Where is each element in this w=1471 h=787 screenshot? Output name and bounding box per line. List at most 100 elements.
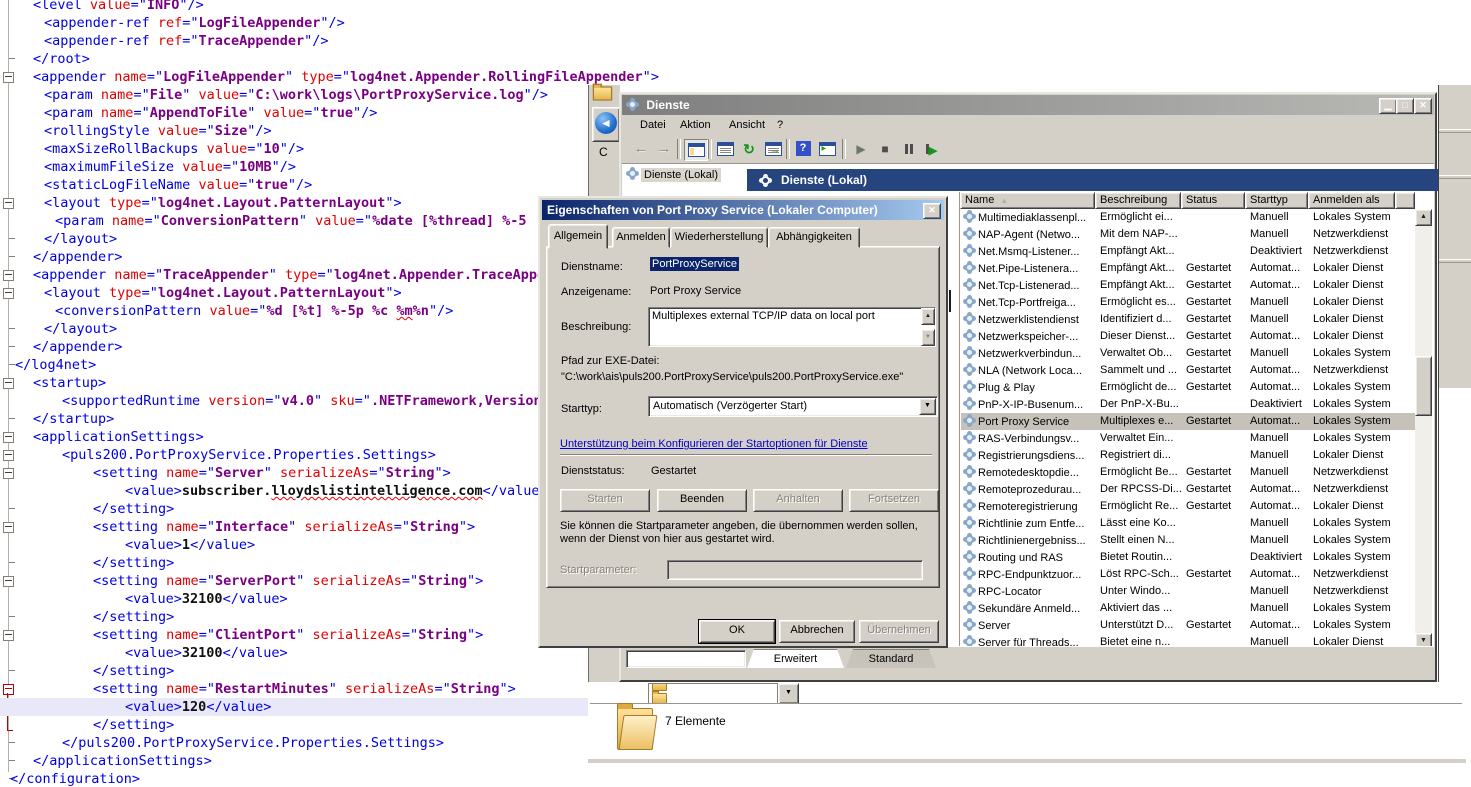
- table-row[interactable]: NAP-Agent (Netwo...Mit dem NAP-...Manuel…: [961, 226, 1415, 243]
- code-line: </applicationSettings>: [33, 752, 212, 770]
- table-row[interactable]: RPC-LocatorUnter Windo...ManuellNetzwerk…: [961, 583, 1415, 600]
- table-cell: Netzwerkspeicher-...: [961, 329, 1096, 344]
- back-arrow-icon[interactable]: ←: [630, 139, 652, 159]
- startoptions-help-link[interactable]: Unterstützung beim Konfigurieren der Sta…: [560, 438, 868, 450]
- code-line: </appender>: [33, 248, 122, 266]
- vertical-scrollbar[interactable]: ▲ ▼: [1415, 209, 1432, 650]
- forward-arrow-icon[interactable]: →: [653, 139, 675, 159]
- table-cell: Deaktiviert: [1246, 397, 1309, 412]
- beschreibung-textbox[interactable]: Multiplexes external TCP/IP data on loca…: [648, 307, 936, 347]
- chevron-down-icon[interactable]: ▼: [919, 398, 936, 415]
- maximize-button[interactable]: □: [1396, 98, 1414, 114]
- table-cell: Manuell: [1246, 295, 1309, 310]
- pause-service-icon[interactable]: [898, 139, 920, 159]
- column-header-beschreibung[interactable]: Beschreibung: [1095, 192, 1181, 209]
- ok-button[interactable]: OK: [699, 620, 775, 643]
- column-header-starttyp[interactable]: Starttyp: [1245, 192, 1308, 209]
- minimize-button[interactable]: ▁: [1379, 98, 1397, 114]
- table-cell: Automat...: [1246, 329, 1309, 344]
- starten-button: Starten: [560, 489, 650, 512]
- scroll-up-button[interactable]: ▲: [1415, 209, 1432, 226]
- refresh-icon[interactable]: ↻: [738, 139, 760, 159]
- services-table: Name▲BeschreibungStatusStarttypAnmelden …: [959, 192, 1433, 650]
- close-icon[interactable]: ✕: [1414, 98, 1432, 114]
- menu-item-ansicht[interactable]: Ansicht: [725, 118, 769, 132]
- dialog-title: Eigenschaften von Port Proxy Service (Lo…: [547, 203, 878, 217]
- table-row[interactable]: Remoteprozedurau...Der RPCSS-Di...Gestar…: [961, 481, 1415, 498]
- close-icon[interactable]: ✕: [923, 203, 941, 219]
- column-header-anmeldenals[interactable]: Anmelden als: [1308, 192, 1395, 209]
- dropdown-button[interactable]: ▼: [778, 683, 799, 704]
- menu-item-[interactable]: ?: [773, 118, 787, 132]
- table-row[interactable]: Netzwerkverbindun...Verwaltet Ob...Gesta…: [961, 345, 1415, 362]
- column-header-name[interactable]: Name▲: [960, 192, 1095, 209]
- stop-service-icon[interactable]: ■: [874, 139, 896, 159]
- filter-box[interactable]: [626, 650, 746, 668]
- start-service-icon[interactable]: ▶: [850, 139, 872, 159]
- table-cell: [1182, 448, 1246, 463]
- show-extended-view-icon[interactable]: [816, 139, 838, 159]
- back-button[interactable]: ◄: [592, 107, 620, 142]
- table-row[interactable]: RemoteregistrierungErmöglicht Re...Gesta…: [961, 498, 1415, 515]
- table-cell: Lokales System: [1309, 397, 1396, 412]
- table-row[interactable]: ServerUnterstützt D...GestartetAutomat..…: [961, 617, 1415, 634]
- tab-abhängigkeiten[interactable]: Abhängigkeiten: [768, 227, 860, 248]
- scroll-up-button[interactable]: ▲: [921, 308, 935, 325]
- table-cell: PnP-X-IP-Busenum...: [961, 397, 1096, 412]
- table-row[interactable]: Registrierungsdiens...Registriert di...M…: [961, 447, 1415, 464]
- gear-icon: [965, 331, 974, 340]
- scrollbar-thumb[interactable]: [1415, 356, 1432, 416]
- table-row[interactable]: NLA (Network Loca...Sammelt und ...Gesta…: [961, 362, 1415, 379]
- table-cell: Deaktiviert: [1246, 244, 1309, 259]
- table-row[interactable]: Plug & PlayErmöglicht de...GestartetAuto…: [961, 379, 1415, 396]
- menu-item-aktion[interactable]: Aktion: [676, 118, 715, 132]
- table-row[interactable]: Net.Tcp-Portfreiga...Ermöglicht es...Ges…: [961, 294, 1415, 311]
- table-row[interactable]: Richtlinie zum Entfe...Lässt eine Ko...M…: [961, 515, 1415, 532]
- table-row[interactable]: Port Proxy ServiceMultiplexes e...Gestar…: [961, 413, 1415, 430]
- table-row[interactable]: Net.Tcp-Listenerad...Empfängt Akt...Gest…: [961, 277, 1415, 294]
- table-row[interactable]: Routing und RASBietet Routin...Deaktivie…: [961, 549, 1415, 566]
- table-row[interactable]: Remotedesktopdie...Ermöglicht Be...Gesta…: [961, 464, 1415, 481]
- help-icon[interactable]: ?: [792, 139, 814, 159]
- column-header-status[interactable]: Status: [1181, 192, 1245, 209]
- table-cell: Gestartet: [1182, 346, 1246, 361]
- beenden-button[interactable]: Beenden: [657, 489, 747, 512]
- tab-anmelden[interactable]: Anmelden: [612, 227, 670, 248]
- startparameter-input[interactable]: [667, 560, 923, 580]
- table-row[interactable]: PnP-X-IP-Busenum...Der PnP-X-Bu...Deakti…: [961, 396, 1415, 413]
- console-tree-icon[interactable]: [684, 139, 708, 161]
- dienststatus-value: Gestartet: [651, 465, 696, 477]
- table-cell: Gestartet: [1182, 414, 1246, 429]
- dienstname-value[interactable]: PortProxyService: [650, 257, 739, 271]
- table-row[interactable]: Richtlinienergebniss...Stellt einen N...…: [961, 532, 1415, 549]
- table-cell: Netzwerkdienst: [1309, 363, 1396, 378]
- table-row[interactable]: RPC-Endpunktzuor...Löst RPC-Sch...Gestar…: [961, 566, 1415, 583]
- properties-icon[interactable]: [714, 139, 736, 159]
- table-row[interactable]: RAS-Verbindungsv...Verwaltet Ein...Manue…: [961, 430, 1415, 447]
- view-tab-standard[interactable]: Standard: [846, 649, 936, 668]
- export-list-icon[interactable]: →: [762, 139, 784, 159]
- view-tab-erweitert[interactable]: Erweitert: [747, 649, 844, 668]
- scroll-down-button[interactable]: ▼: [921, 329, 935, 346]
- dialog-titlebar[interactable]: Eigenschaften von Port Proxy Service (Lo…: [542, 200, 944, 220]
- gear-icon: [965, 586, 974, 595]
- table-cell: Net.Tcp-Listenerad...: [961, 278, 1096, 293]
- code-line: <value>1</value>: [125, 536, 255, 554]
- tab-wiederherstellung[interactable]: Wiederherstellung: [670, 227, 768, 248]
- starttyp-select[interactable]: Automatisch (Verzögerter Start) ▼: [648, 396, 938, 417]
- table-cell: Lokales System: [1309, 380, 1396, 395]
- folder-tree-fragment[interactable]: [648, 683, 778, 704]
- abbrechen-button[interactable]: Abbrechen: [779, 620, 855, 643]
- tab-allgemein[interactable]: Allgemein: [548, 224, 608, 249]
- table-row[interactable]: Sekundäre Anmeld...Aktiviert das ...Manu…: [961, 600, 1415, 617]
- services-titlebar[interactable]: Dienste ▁ □ ✕: [622, 95, 1434, 115]
- sidebar-item-dienste-lokal[interactable]: Dienste (Lokal): [628, 168, 721, 184]
- table-row[interactable]: Multimediaklassenpl...Ermöglicht ei...Ma…: [961, 209, 1415, 226]
- menu-item-datei[interactable]: Datei: [636, 118, 670, 132]
- table-row[interactable]: Netzwerkspeicher-...Dieser Dienst...Gest…: [961, 328, 1415, 345]
- table-row[interactable]: NetzwerklistendienstIdentifiziert d...Ge…: [961, 311, 1415, 328]
- gear-icon: [965, 212, 974, 221]
- restart-service-icon[interactable]: ▶: [920, 139, 942, 159]
- table-row[interactable]: Net.Pipe-Listenera...Empfängt Akt...Gest…: [961, 260, 1415, 277]
- table-row[interactable]: Net.Msmq-Listener...Empfängt Akt...Deakt…: [961, 243, 1415, 260]
